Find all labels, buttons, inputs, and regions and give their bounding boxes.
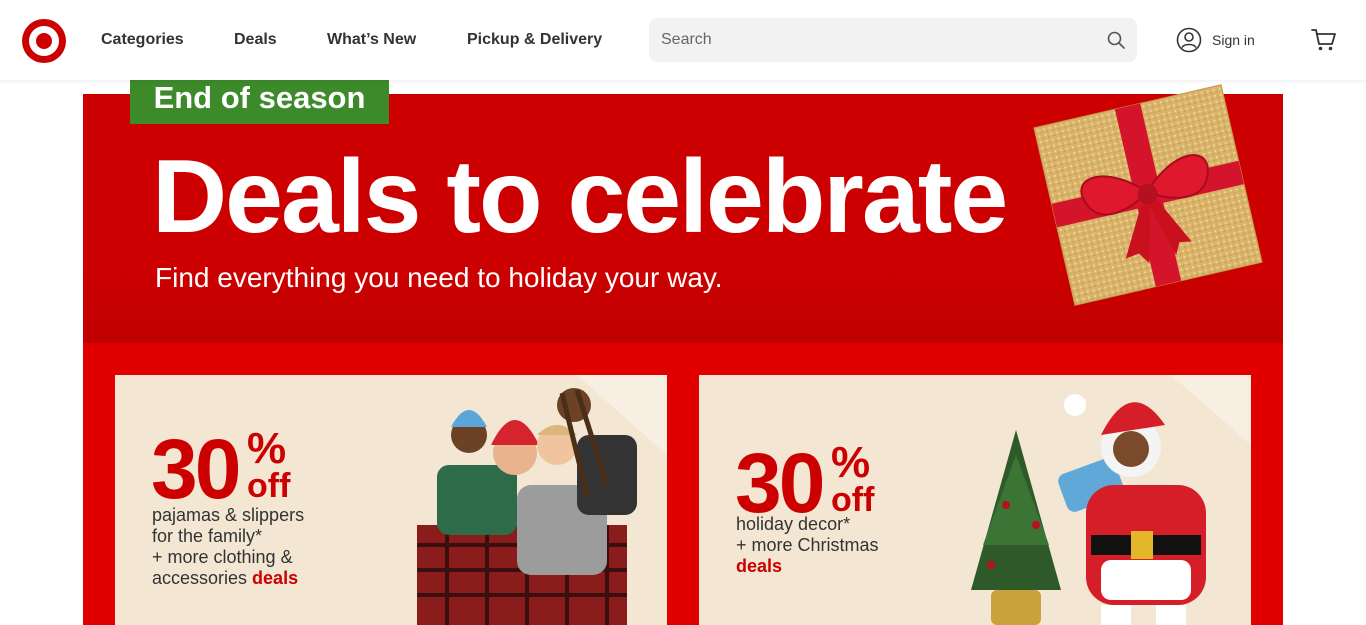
sign-in-label: Sign in [1212,32,1255,48]
hero-headline: Deals to celebrate [152,139,1008,255]
family-pajamas-image [417,375,667,625]
deal-description: pajamas & slippers for the family* + mor… [152,505,305,588]
search-input[interactable] [649,18,1099,62]
search-bar [649,18,1137,62]
target-logo[interactable] [21,18,67,64]
nav-deals[interactable]: Deals [234,31,277,49]
nav-whats-new[interactable]: What’s New [327,31,416,49]
gift-box-image [1033,84,1263,306]
deals-link[interactable]: deals [736,556,782,576]
cart-icon[interactable] [1311,28,1337,52]
hero-subhead: Find everything you need to holiday your… [155,262,723,293]
discount-amount: 30 % off [151,422,291,516]
deal-card-pajamas[interactable]: 30 % off pajamas & slippers for the fami… [115,375,667,625]
discount-amount: 30 % off [735,436,875,530]
santa-decor-image [971,375,1251,625]
nav-pickup-delivery[interactable]: Pickup & Delivery [467,31,602,49]
account-icon [1176,27,1202,53]
deal-description: holiday decor* + more Christmas deals [736,514,879,576]
nav-categories[interactable]: Categories [101,31,184,49]
deal-card-holiday-decor[interactable]: 30 % off holiday decor* + more Christmas… [699,375,1251,625]
site-header: Categories Deals What’s New Pickup & Del… [0,0,1366,80]
sign-in-button[interactable]: Sign in [1176,26,1255,54]
deals-link[interactable]: deals [252,568,298,588]
search-icon[interactable] [1106,30,1126,50]
